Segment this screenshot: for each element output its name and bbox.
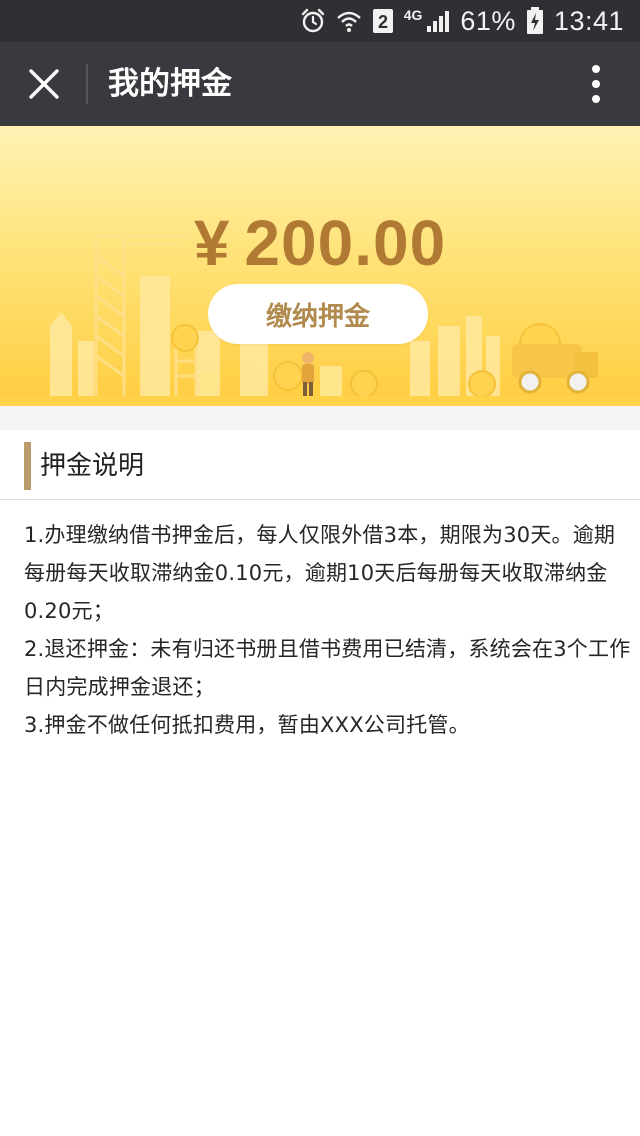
deposit-description: 1.办理缴纳借书押金后，每人仅限外借3本，期限为30天。逾期每册每天收取滞纳金0… <box>24 516 634 744</box>
section-accent-bar <box>24 442 31 490</box>
close-icon <box>29 69 59 99</box>
section-title: 押金说明 <box>40 451 145 481</box>
description-item: 1.办理缴纳借书押金后，每人仅限外借3本，期限为30天。逾期每册每天收取滞纳金0… <box>24 523 616 623</box>
clock-time: 13:41 <box>553 5 624 36</box>
status-bar: 2 4G 61% 13:41 <box>0 0 640 42</box>
section-separator <box>0 406 640 430</box>
pay-deposit-button[interactable]: 缴纳押金 <box>208 284 428 344</box>
description-item: 3.押金不做任何抵扣费用，暂由XXX公司托管。 <box>24 713 470 737</box>
currency-symbol: ¥ <box>193 207 231 279</box>
sim-slot-label: 2 <box>378 12 388 32</box>
battery-percent: 61% <box>460 5 516 36</box>
battery-charging-icon <box>526 7 544 35</box>
nav-divider <box>86 64 88 104</box>
page-title: 我的押金 <box>108 66 232 102</box>
nav-bar: 我的押金 <box>0 42 640 126</box>
description-item: 2.退还押金：未有归还书册且借书费用已结清，系统会在3个工作日内完成押金退还； <box>24 637 631 699</box>
alarm-icon <box>300 8 326 34</box>
signal-icon <box>426 9 450 33</box>
section-header: 押金说明 <box>0 430 640 500</box>
wifi-icon <box>336 9 362 33</box>
close-button[interactable] <box>22 62 66 106</box>
more-button[interactable] <box>574 62 618 106</box>
amount-value: 200.00 <box>244 207 447 279</box>
sim-icon: 2 <box>372 8 394 34</box>
deposit-banner: ¥200.00 缴纳押金 <box>0 126 640 406</box>
network-type-label: 4G <box>403 7 423 23</box>
deposit-amount: ¥200.00 <box>0 206 640 280</box>
more-vertical-icon <box>592 65 600 103</box>
